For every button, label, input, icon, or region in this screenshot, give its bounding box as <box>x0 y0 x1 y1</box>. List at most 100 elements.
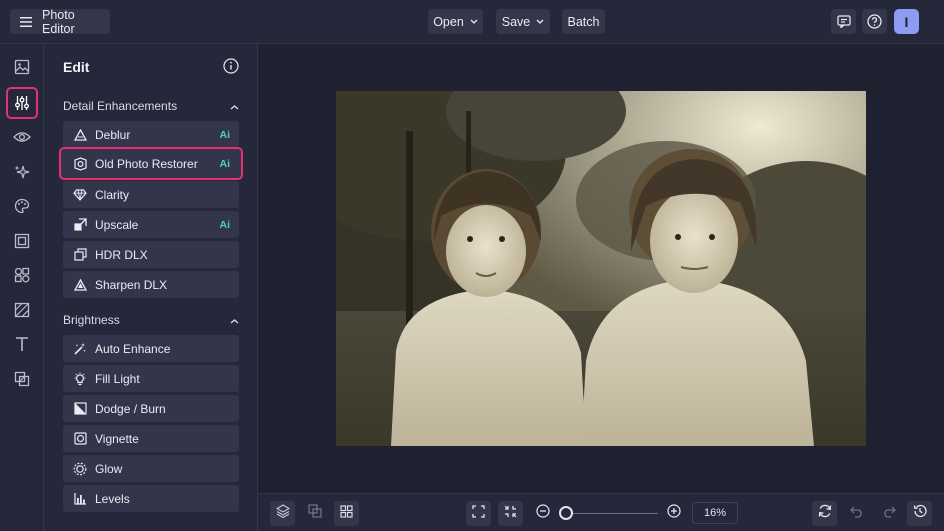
zoom-value[interactable]: 16% <box>692 502 738 524</box>
tool-label: Fill Light <box>95 371 140 386</box>
diamond-icon <box>73 188 87 202</box>
ai-badge: Ai <box>219 157 231 170</box>
app-title: Photo Editor <box>42 7 75 36</box>
save-button[interactable]: Save <box>496 9 550 34</box>
avatar[interactable]: I <box>894 9 919 34</box>
tool-sharpen-dlx[interactable]: Sharpen DLX <box>63 271 239 298</box>
bulb-icon <box>73 372 87 386</box>
levels-icon <box>73 492 87 506</box>
canvas-area <box>258 44 944 493</box>
top-bar: Photo Editor Open Save Batch I <box>0 0 944 44</box>
save-label: Save <box>501 14 531 29</box>
grid-icon <box>340 504 353 523</box>
history-button[interactable] <box>907 501 932 526</box>
tool-label: Old Photo Restorer <box>95 156 198 171</box>
tool-label: Upscale <box>95 217 139 232</box>
tool-label: Deblur <box>95 127 131 142</box>
tool-upscale[interactable]: Upscale Ai <box>63 211 239 238</box>
chat-icon <box>836 15 851 28</box>
tool-rail <box>0 44 44 531</box>
section-detail-enhancements[interactable]: Detail Enhancements <box>63 96 239 116</box>
redo-button[interactable] <box>876 501 901 526</box>
tool-label: Levels <box>95 491 130 506</box>
tool-fill-light[interactable]: Fill Light <box>63 365 239 392</box>
upscale-icon <box>73 218 87 232</box>
help-icon <box>867 14 882 29</box>
tool-dodge-burn[interactable]: Dodge / Burn <box>63 395 239 422</box>
tool-auto-enhance[interactable]: Auto Enhance <box>63 335 239 362</box>
chevron-down-icon <box>536 19 544 24</box>
zoom-slider-handle[interactable] <box>559 506 573 520</box>
grid-button[interactable] <box>334 501 359 526</box>
image-icon[interactable] <box>9 54 35 80</box>
shapes-icon[interactable] <box>9 262 35 288</box>
zoom-slider-track[interactable] <box>566 513 658 514</box>
refresh-icon <box>818 504 832 523</box>
sharpen-icon <box>73 278 87 292</box>
tool-label: Dodge / Burn <box>95 401 166 416</box>
chevron-up-icon <box>230 99 239 113</box>
tool-label: Glow <box>95 461 123 476</box>
edit-panel: Edit Detail Enhancements Deblur Ai Old P… <box>44 44 258 531</box>
chevron-down-icon <box>470 19 478 24</box>
tool-deblur[interactable]: Deblur Ai <box>63 121 239 148</box>
glow-icon <box>73 462 87 476</box>
palette-icon[interactable] <box>9 193 35 219</box>
photo[interactable] <box>336 91 866 446</box>
tool-hdr-dlx[interactable]: HDR DLX <box>63 241 239 268</box>
bottom-bar: 16% <box>258 493 944 531</box>
undo-button[interactable] <box>844 501 869 526</box>
graphics-icon[interactable] <box>9 366 35 392</box>
batch-button[interactable]: Batch <box>562 9 605 34</box>
chevron-up-icon <box>230 313 239 327</box>
zoom-out-button[interactable] <box>530 501 555 526</box>
tool-levels[interactable]: Levels <box>63 485 239 512</box>
hdr-icon <box>73 248 87 262</box>
tool-label: HDR DLX <box>95 247 148 262</box>
magic-wand-icon <box>73 342 87 356</box>
hamburger-icon <box>20 16 32 27</box>
tool-label: Auto Enhance <box>95 341 171 356</box>
sliders-icon[interactable] <box>6 87 38 119</box>
history-icon <box>913 504 927 523</box>
zoom-out-icon <box>535 504 550 523</box>
zoom-in-button[interactable] <box>661 501 686 526</box>
dodge-burn-icon <box>73 402 87 416</box>
actual-size-button[interactable] <box>498 501 523 526</box>
feedback-button[interactable] <box>831 9 856 34</box>
open-button[interactable]: Open <box>428 9 483 34</box>
redo-icon <box>882 505 896 523</box>
layers-button[interactable] <box>270 501 295 526</box>
batch-label: Batch <box>567 14 600 29</box>
menu-button[interactable]: Photo Editor <box>10 7 110 36</box>
zoom-in-icon <box>666 504 681 523</box>
tool-clarity[interactable]: Clarity <box>63 181 239 208</box>
compare-button[interactable] <box>302 501 327 526</box>
section-brightness[interactable]: Brightness <box>63 310 239 330</box>
tool-old-photo-restorer[interactable]: Old Photo Restorer Ai <box>59 147 243 180</box>
texture-icon[interactable] <box>9 297 35 323</box>
expand-icon <box>472 504 485 523</box>
undo-icon <box>849 505 864 523</box>
collapse-icon <box>504 505 517 523</box>
vignette-icon <box>73 432 87 446</box>
sparkles-icon[interactable] <box>9 159 35 185</box>
tool-label: Clarity <box>95 187 130 202</box>
text-icon[interactable] <box>9 331 35 357</box>
info-icon[interactable] <box>223 58 239 74</box>
tool-vignette[interactable]: Vignette <box>63 425 239 452</box>
reset-button[interactable] <box>812 501 837 526</box>
help-button[interactable] <box>862 9 887 34</box>
frame-icon[interactable] <box>9 228 35 254</box>
eye-icon[interactable] <box>9 124 35 150</box>
section-label: Brightness <box>63 313 120 327</box>
panel-title: Edit <box>63 59 90 75</box>
triangle-icon <box>73 128 87 142</box>
tool-glow[interactable]: Glow <box>63 455 239 482</box>
restorer-icon <box>73 156 87 171</box>
fit-screen-button[interactable] <box>466 501 491 526</box>
tool-label: Sharpen DLX <box>95 277 168 292</box>
open-label: Open <box>433 14 464 29</box>
ai-badge: Ai <box>219 128 231 141</box>
section-label: Detail Enhancements <box>63 99 178 113</box>
